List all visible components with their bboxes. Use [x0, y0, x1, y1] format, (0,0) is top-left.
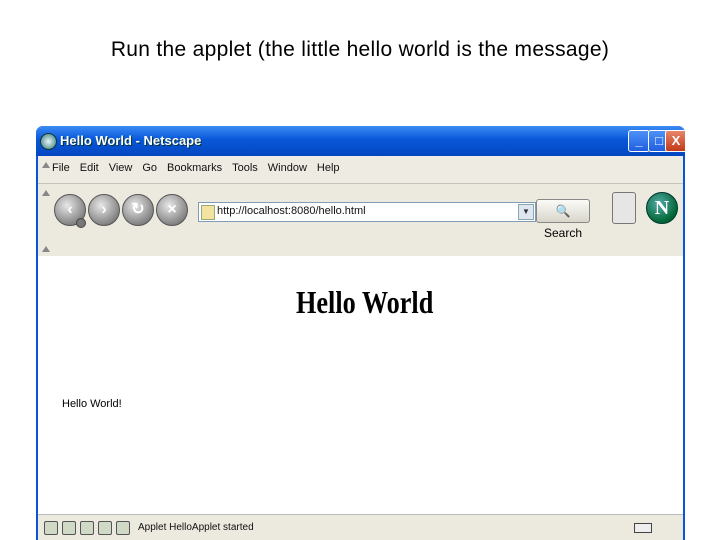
menu-view[interactable]: View	[109, 162, 133, 174]
search-icon: 🔍	[555, 204, 571, 218]
menu-bookmarks[interactable]: Bookmarks	[167, 162, 222, 174]
url-text[interactable]: http://localhost:8080/hello.html	[217, 205, 366, 217]
back-arrow-icon: ‹	[67, 201, 73, 218]
tab-strip	[38, 242, 683, 257]
toolbar-grip-icon[interactable]	[42, 188, 50, 198]
close-button[interactable]: X	[665, 130, 685, 152]
minimize-button[interactable]: _	[628, 130, 650, 152]
address-book-icon[interactable]	[98, 521, 112, 535]
netscape-app-icon	[40, 133, 57, 150]
navigator-icon[interactable]	[44, 521, 58, 535]
forward-button[interactable]: ›	[88, 194, 120, 226]
menu-tools[interactable]: Tools	[232, 162, 258, 174]
window-title: Hello World - Netscape	[60, 133, 202, 148]
toolbar-grip-icon[interactable]	[42, 244, 50, 254]
chat-icon[interactable]	[116, 521, 130, 535]
toolbar-grip-icon[interactable]	[42, 160, 50, 170]
netscape-logo-icon[interactable]: N	[646, 192, 678, 224]
page-icon	[201, 205, 215, 220]
menu-edit[interactable]: Edit	[80, 162, 99, 174]
window-titlebar[interactable]: Hello World - Netscape _ □ X	[36, 126, 685, 156]
reload-button[interactable]: ↻	[122, 194, 154, 226]
menu-bar: File Edit View Go Bookmarks Tools Window…	[38, 156, 683, 184]
menu-help[interactable]: Help	[317, 162, 340, 174]
menu-go[interactable]: Go	[142, 162, 157, 174]
search-button[interactable]: 🔍 Search	[536, 199, 590, 240]
back-history-icon[interactable]	[76, 218, 86, 228]
composer-icon[interactable]	[80, 521, 94, 535]
page-content: Hello World Hello World!	[38, 256, 683, 514]
stop-button[interactable]: ×	[156, 194, 188, 226]
status-bar: Applet HelloApplet started	[38, 514, 683, 540]
status-text: Applet HelloApplet started	[138, 522, 254, 533]
menu-file[interactable]: File	[52, 162, 70, 174]
mail-icon[interactable]	[62, 521, 76, 535]
applet-output: Hello World!	[62, 398, 122, 410]
print-icon[interactable]	[612, 192, 636, 224]
page-heading: Hello World	[296, 284, 434, 320]
browser-window: Hello World - Netscape _ □ X File Edit V…	[36, 126, 685, 540]
navigation-toolbar: ‹ › ↻ × http://localhost:8080/hello.html…	[38, 184, 683, 243]
slide-title: Run the applet (the little hello world i…	[110, 38, 610, 61]
search-label: Search	[543, 226, 583, 240]
stop-icon: ×	[167, 201, 177, 218]
reload-icon: ↻	[131, 201, 145, 218]
menu-window[interactable]: Window	[268, 162, 307, 174]
chevron-down-icon[interactable]: ▼	[518, 204, 534, 220]
url-field[interactable]: http://localhost:8080/hello.html ▼	[198, 202, 536, 222]
forward-arrow-icon: ›	[101, 201, 107, 218]
security-icon[interactable]	[634, 523, 652, 533]
